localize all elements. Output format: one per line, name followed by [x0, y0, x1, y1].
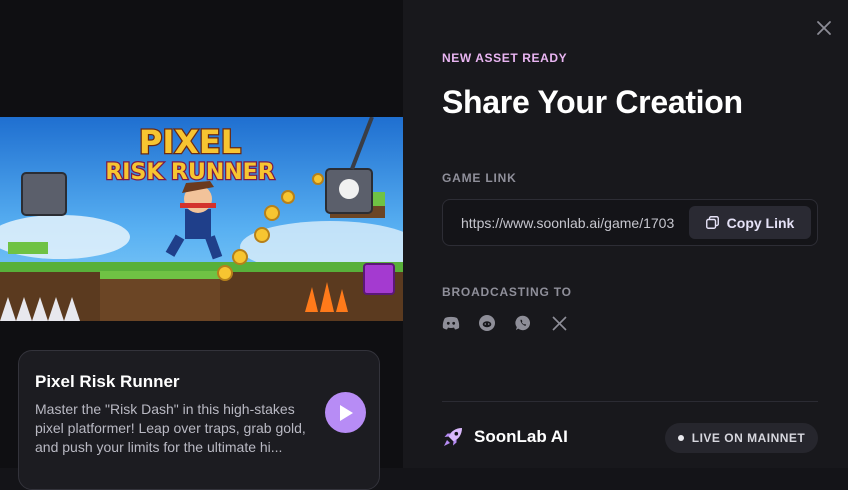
game-description: Master the "Risk Dash" in this high-stak…: [35, 401, 306, 455]
close-icon: [817, 21, 831, 35]
status-dot: [677, 435, 684, 441]
broadcasting-label: BROADCASTING TO: [442, 285, 572, 299]
play-icon: [339, 404, 353, 421]
game-link-url[interactable]: https://www.soonlab.ai/game/1703: [461, 215, 679, 231]
whatsapp-icon: [515, 315, 531, 331]
status-text: LIVE ON MAINNET: [691, 431, 806, 445]
brand: SoonLab AI: [442, 426, 568, 448]
discord-button[interactable]: [442, 314, 460, 332]
discord-icon: [442, 316, 460, 330]
close-button[interactable]: [812, 16, 836, 40]
game-logo-line2: RISK RUNNER: [105, 160, 274, 185]
page-title: Share Your Creation: [442, 84, 743, 120]
broadcast-channels: [442, 314, 568, 332]
game-preview-image: PIXEL RISK RUNNER: [0, 117, 403, 321]
copy-icon: [705, 216, 719, 229]
game-logo-line1: PIXEL: [139, 123, 241, 161]
x-button[interactable]: [550, 314, 568, 332]
reddit-icon: [479, 315, 495, 331]
copy-link-label: Copy Link: [726, 214, 795, 231]
game-link-label: GAME LINK: [442, 171, 517, 185]
game-title: Pixel Risk Runner: [35, 372, 180, 391]
x-icon: [551, 315, 567, 331]
reddit-button[interactable]: [478, 314, 496, 332]
footer-divider: [442, 401, 818, 402]
game-info-card: Pixel Risk Runner Master the "Risk Dash"…: [18, 350, 380, 490]
game-artwork: PIXEL RISK RUNNER: [0, 117, 403, 321]
status-badge: LIVE ON MAINNET: [665, 423, 818, 453]
brand-name: SoonLab AI: [474, 427, 568, 446]
whatsapp-button[interactable]: [514, 314, 532, 332]
rocket-icon: [444, 428, 462, 446]
copy-link-button[interactable]: Copy Link: [689, 206, 811, 239]
play-button[interactable]: [325, 392, 366, 433]
game-link-field: https://www.soonlab.ai/game/1703 Copy Li…: [442, 199, 818, 246]
eyebrow-label: NEW ASSET READY: [442, 51, 568, 65]
